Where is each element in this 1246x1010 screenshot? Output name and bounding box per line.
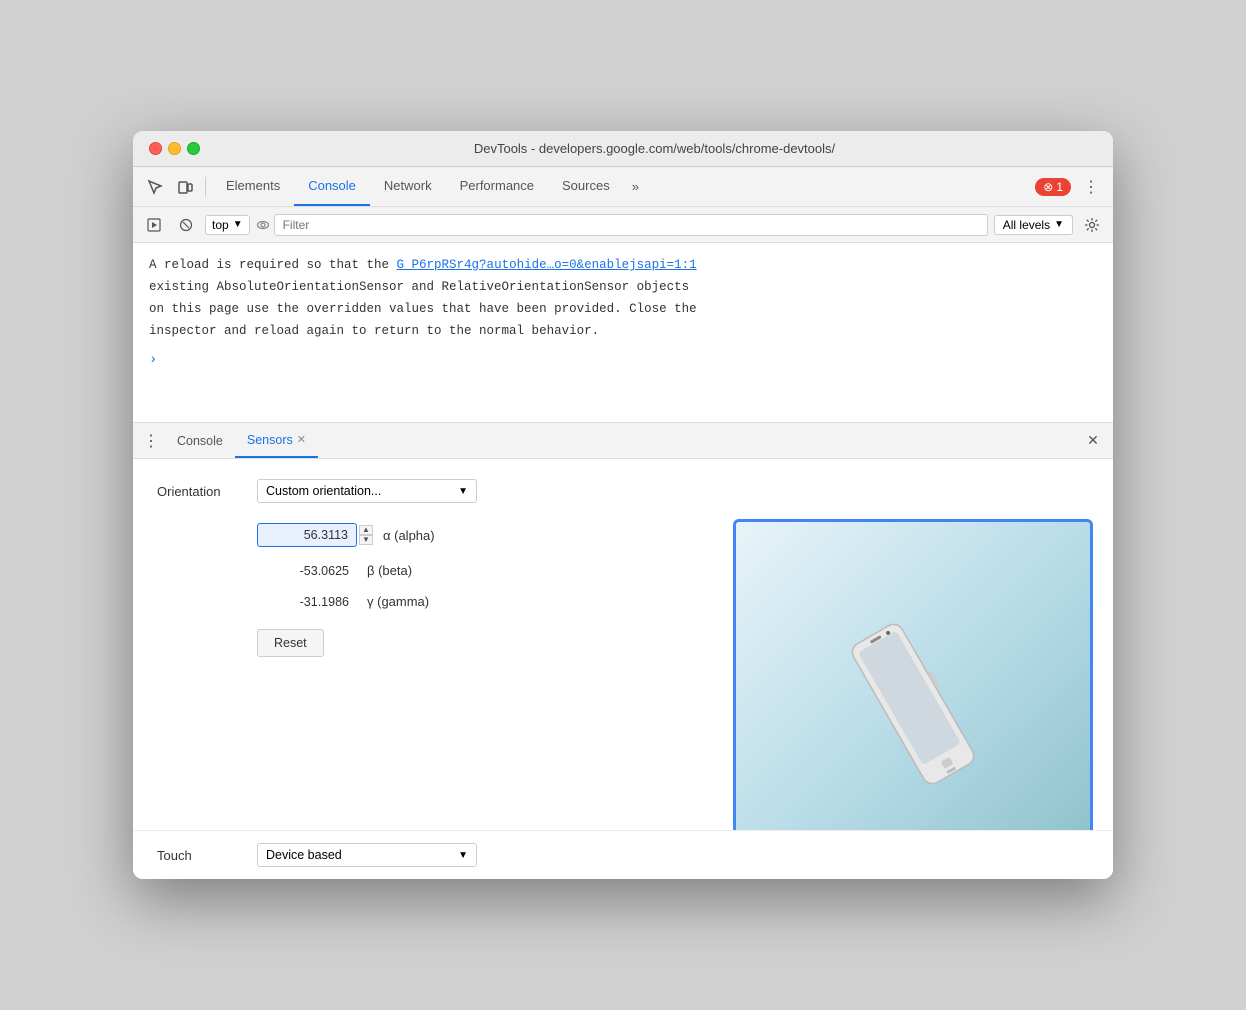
panel-more-button[interactable]: ⋮: [141, 431, 161, 451]
more-tabs-button[interactable]: »: [624, 167, 647, 206]
phone-visualization: [733, 519, 1093, 879]
window-title: DevTools - developers.google.com/web/too…: [212, 141, 1097, 156]
alpha-stepper: ▲ ▼: [359, 525, 373, 545]
orientation-label: Orientation: [157, 484, 257, 499]
clear-console-button[interactable]: [173, 212, 199, 238]
alpha-decrement[interactable]: ▼: [359, 535, 373, 545]
reset-button[interactable]: Reset: [257, 629, 324, 657]
console-output: A reload is required so that the G_P6rpR…: [133, 243, 1113, 423]
levels-selector[interactable]: All levels ▼: [994, 215, 1073, 235]
error-badge[interactable]: ⊗ 1: [1035, 178, 1071, 196]
maximize-traffic-light[interactable]: [187, 142, 200, 155]
toolbar-divider: [205, 177, 206, 197]
sensors-panel: Orientation Custom orientation... ▼ ▲ ▼ …: [133, 459, 1113, 879]
console-message-2: existing AbsoluteOrientationSensor and R…: [149, 277, 1097, 297]
bottom-tab-sensors[interactable]: Sensors ✕: [235, 423, 318, 458]
touch-row: Touch Device based ▼: [133, 830, 1113, 879]
eye-icon: [256, 218, 270, 232]
console-message-4: inspector and reload again to return to …: [149, 321, 1097, 341]
tab-console[interactable]: Console: [294, 167, 370, 206]
tab-performance[interactable]: Performance: [446, 167, 548, 206]
filter-input[interactable]: [274, 214, 988, 236]
run-script-button[interactable]: [141, 212, 167, 238]
tab-elements[interactable]: Elements: [212, 167, 294, 206]
bottom-tab-console[interactable]: Console: [165, 423, 235, 458]
traffic-lights: [149, 142, 200, 155]
console-message-3: on this page use the overridden values t…: [149, 299, 1097, 319]
console-sub-toolbar: top ▼ All levels ▼: [133, 207, 1113, 243]
minimize-traffic-light[interactable]: [168, 142, 181, 155]
alpha-input[interactable]: [257, 523, 357, 547]
console-link[interactable]: G_P6rpRSr4g?autohide…o=0&enablejsapi=1:1: [397, 258, 697, 272]
phone-viz-inner: [736, 522, 1090, 879]
bottom-panel-tabs: ⋮ Console Sensors ✕ ✕: [133, 423, 1113, 459]
touch-dropdown[interactable]: Device based ▼: [257, 843, 477, 867]
tab-network[interactable]: Network: [370, 167, 446, 206]
beta-value: -53.0625: [257, 564, 357, 578]
devtools-window: DevTools - developers.google.com/web/too…: [133, 131, 1113, 879]
settings-button[interactable]: [1079, 212, 1105, 238]
sensors-tab-close[interactable]: ✕: [297, 433, 306, 446]
alpha-input-group: ▲ ▼: [257, 523, 373, 547]
context-selector[interactable]: top ▼: [205, 215, 250, 235]
devtools-toolbar: Elements Console Network Performance Sou…: [133, 167, 1113, 207]
beta-label: β (beta): [367, 563, 412, 578]
tab-bar: Elements Console Network Performance Sou…: [212, 167, 647, 206]
tab-sources[interactable]: Sources: [548, 167, 624, 206]
touch-label: Touch: [157, 848, 257, 863]
orientation-row: Orientation Custom orientation... ▼: [157, 479, 1089, 503]
device-toolbar-button[interactable]: [171, 173, 199, 201]
bottom-panel-close[interactable]: ✕: [1081, 429, 1105, 453]
orientation-dropdown[interactable]: Custom orientation... ▼: [257, 479, 477, 503]
more-options-button[interactable]: ⋮: [1077, 173, 1105, 201]
inspect-element-button[interactable]: [141, 173, 169, 201]
title-bar: DevTools - developers.google.com/web/too…: [133, 131, 1113, 167]
alpha-increment[interactable]: ▲: [359, 525, 373, 535]
alpha-label: α (alpha): [383, 528, 435, 543]
console-message-1: A reload is required so that the G_P6rpR…: [149, 255, 1097, 275]
phone-3d-svg: [803, 544, 1023, 864]
console-prompt[interactable]: ›: [149, 349, 1097, 371]
close-traffic-light[interactable]: [149, 142, 162, 155]
gamma-value: -31.1986: [257, 595, 357, 609]
gamma-label: γ (gamma): [367, 594, 429, 609]
